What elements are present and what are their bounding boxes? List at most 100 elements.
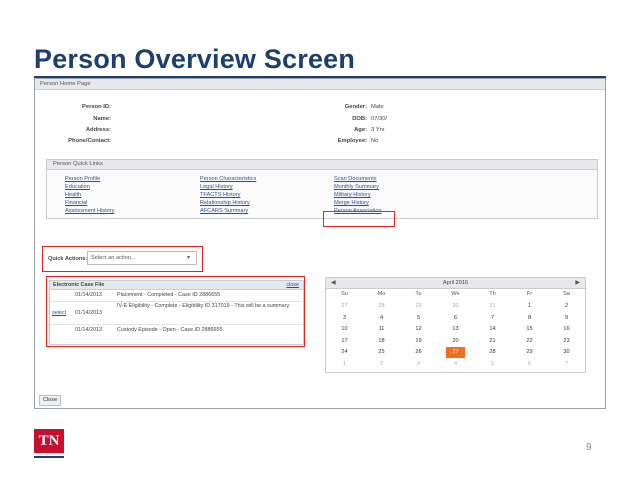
link-monthly-summary[interactable]: Monthly Summary: [334, 184, 379, 190]
calendar-day[interactable]: 15: [511, 324, 548, 335]
calendar-day[interactable]: 13: [437, 324, 474, 335]
page-number: 9: [586, 442, 592, 453]
quick-actions-label: Quick Actions:: [48, 256, 88, 262]
next-month-icon[interactable]: ▶: [575, 278, 580, 288]
calendar-day[interactable]: 7: [548, 359, 585, 370]
calendar-day[interactable]: 11: [363, 324, 400, 335]
case-file-desc: Custody Episode - Open - Case ID 2886655: [117, 327, 223, 333]
calendar-day[interactable]: 17: [326, 336, 363, 347]
link-assessment-history[interactable]: Assessment History: [65, 208, 114, 214]
quick-actions-value: Select an action...: [91, 255, 136, 261]
calendar-day[interactable]: 27: [326, 301, 363, 312]
tn-logo: TN: [34, 429, 64, 453]
calendar-dow: Su: [341, 291, 348, 297]
case-file-desc: Placement - Completed - Case ID 2886655: [117, 292, 221, 298]
link-afcars-summary[interactable]: AFCARS Summary: [200, 208, 248, 214]
calendar-month-title: April 2016: [442, 280, 469, 286]
calendar-day[interactable]: 7: [474, 313, 511, 324]
calendar-day[interactable]: 21: [474, 336, 511, 347]
page-header: Person Home Page: [35, 79, 605, 90]
address-label: Address:: [85, 127, 111, 133]
today-highlight: 27: [446, 347, 465, 358]
calendar-day[interactable]: 6: [437, 313, 474, 324]
calendar-dow: Sa: [563, 291, 570, 297]
highlight-person-association: [323, 211, 395, 227]
calendar-day[interactable]: 3: [400, 359, 437, 370]
calendar-day[interactable]: 31: [474, 301, 511, 312]
employee-label: Employee:: [337, 138, 367, 144]
calendar-day[interactable]: 4: [363, 313, 400, 324]
calendar-dow: Fr: [526, 291, 533, 297]
calendar-dow: We: [451, 291, 460, 297]
calendar-day[interactable]: 5: [474, 359, 511, 370]
logo-underline: [34, 456, 64, 458]
calendar-day[interactable]: 27: [437, 347, 474, 358]
link-person-profile[interactable]: Person Profile: [65, 176, 100, 182]
case-file-title: Electronic Case File: [53, 282, 105, 288]
calendar-day[interactable]: 4: [437, 359, 474, 370]
slide-title: Person Overview Screen: [34, 44, 356, 74]
link-person-characteristics[interactable]: Person Characteristics: [200, 176, 256, 182]
calendar-dow: Mo: [377, 291, 386, 297]
calendar-day[interactable]: 1: [511, 301, 548, 312]
calendar-day[interactable]: 18: [363, 336, 400, 347]
calendar-day[interactable]: 9: [548, 313, 585, 324]
calendar-day[interactable]: 20: [437, 336, 474, 347]
link-education[interactable]: Education: [65, 184, 90, 190]
calendar-day[interactable]: 2: [363, 359, 400, 370]
case-file-select-link[interactable]: select: [52, 310, 66, 316]
calendar-day[interactable]: 28: [474, 347, 511, 358]
calendar-day[interactable]: 1: [326, 359, 363, 370]
calendar-day[interactable]: 12: [400, 324, 437, 335]
dob-value: 07/30/: [371, 116, 388, 122]
calendar-day[interactable]: 6: [511, 359, 548, 370]
calendar-day[interactable]: 10: [326, 324, 363, 335]
calendar-day[interactable]: 26: [400, 347, 437, 358]
case-file-date: 01/14/2013: [75, 292, 102, 298]
link-legal-history[interactable]: Legal History: [200, 184, 233, 190]
link-health[interactable]: Health: [65, 192, 81, 198]
gender-label: Gender:: [344, 104, 367, 110]
calendar-day[interactable]: 29: [511, 347, 548, 358]
case-file-date: 01/14/2013: [75, 327, 102, 333]
calendar-day[interactable]: 14: [474, 324, 511, 335]
quick-actions-select[interactable]: Select an action... ▼: [87, 251, 197, 265]
age-label: Age:: [354, 127, 367, 133]
calendar-day[interactable]: 30: [437, 301, 474, 312]
phone-contact-label: Phone/Contact:: [68, 138, 111, 144]
electronic-case-file-panel: Electronic Case File close 01/14/2013 Pl…: [49, 280, 304, 345]
calendar-day[interactable]: 30: [548, 347, 585, 358]
calendar-day[interactable]: 16: [548, 324, 585, 335]
calendar-day[interactable]: 5: [400, 313, 437, 324]
close-button[interactable]: Close: [39, 395, 61, 406]
case-file-header: Electronic Case File close: [50, 281, 303, 290]
calendar-day[interactable]: 28: [363, 301, 400, 312]
case-file-date: 01/14/2013: [75, 310, 102, 316]
calendar-dow: Tu: [415, 291, 422, 297]
link-merge-history[interactable]: Merge History: [334, 200, 369, 206]
person-home-screenshot: Person Home Page Person ID: Name: Addres…: [34, 78, 606, 409]
calendar-dow: Th: [489, 291, 496, 297]
calendar-day[interactable]: 29: [400, 301, 437, 312]
calendar-day[interactable]: 8: [511, 313, 548, 324]
case-file-desc: IV-E Eligibility - Complete - Eligibilit…: [117, 303, 291, 309]
link-military-history[interactable]: Military History: [334, 192, 371, 198]
age-value: 3 Yrs: [371, 127, 385, 133]
case-file-row: 01/14/2013 Placement - Completed - Case …: [50, 290, 303, 302]
chevron-down-icon: ▼: [186, 255, 191, 261]
name-label: Name:: [93, 116, 111, 122]
case-file-close-link[interactable]: close: [286, 281, 299, 289]
calendar-day[interactable]: 2: [548, 301, 585, 312]
gender-value: Male: [371, 104, 384, 110]
calendar-day[interactable]: 24: [326, 347, 363, 358]
calendar-day[interactable]: 3: [326, 313, 363, 324]
calendar-day[interactable]: 25: [363, 347, 400, 358]
calendar-day[interactable]: 23: [548, 336, 585, 347]
calendar-day[interactable]: 19: [400, 336, 437, 347]
calendar-day[interactable]: 22: [511, 336, 548, 347]
link-scan-documents[interactable]: Scan Documents: [334, 176, 377, 182]
link-relationship-history[interactable]: Relationship History: [200, 200, 250, 206]
calendar-widget: ◀ April 2016 ▶ Su Mo Tu We Th Fr Sa 27 28 29 30 31 1…: [325, 277, 586, 373]
link-tfacts-history[interactable]: TFACTS History: [200, 192, 240, 198]
link-financial[interactable]: Financial: [65, 200, 87, 206]
